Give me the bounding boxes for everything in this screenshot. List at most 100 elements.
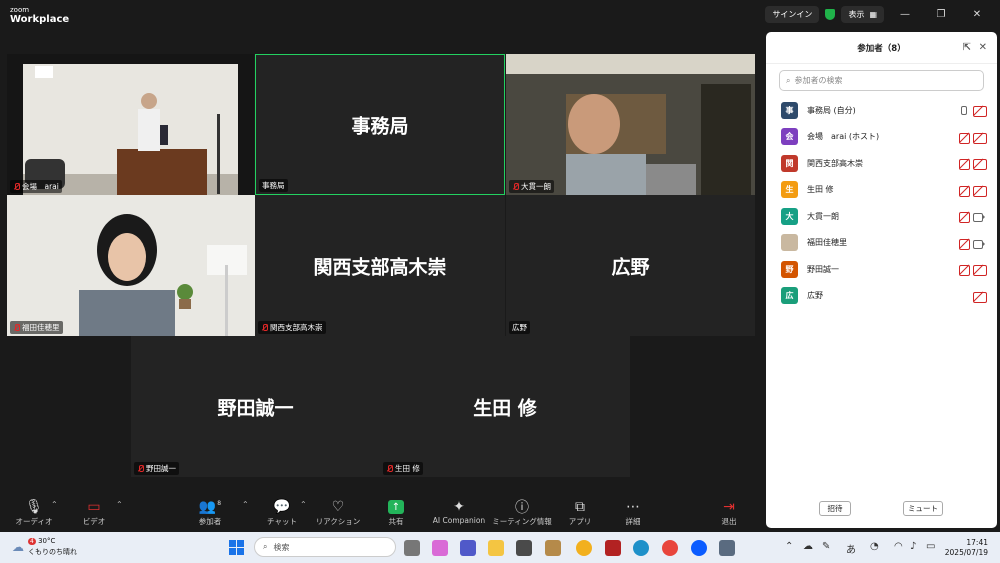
audio-options-caret-icon[interactable]: ⌃ (51, 500, 58, 509)
chrome-icon[interactable] (662, 540, 678, 556)
video-tile-venue[interactable]: 会場 arai (7, 54, 254, 195)
invite-button[interactable]: 招待 (819, 501, 851, 516)
participant-row[interactable]: 関関西支部高木崇 (766, 150, 997, 177)
file-explorer-icon[interactable] (488, 540, 504, 556)
emoji-app-icon[interactable] (576, 540, 592, 556)
camera-off-icon[interactable] (973, 132, 987, 144)
video-button[interactable]: ▭ ビデオ (68, 498, 120, 527)
ime-indicator[interactable]: あ (846, 541, 856, 556)
copilot-icon[interactable] (432, 540, 448, 556)
ai-companion-button[interactable]: ✦ AI Companion (428, 498, 490, 525)
name-tag-onuki: 大貫一朗 (509, 180, 554, 193)
video-tile-fukuda[interactable]: 福田佳穂里 (7, 195, 255, 336)
video-tile-jimukyoku[interactable]: 事務局 事務局 (255, 54, 505, 195)
mic-muted-icon[interactable] (959, 132, 970, 144)
participant-row[interactable]: 事事務局 (自分) (766, 97, 997, 124)
mic-muted-icon (137, 465, 144, 472)
mute-all-label: ミュート (908, 504, 938, 513)
participant-row[interactable]: 野野田誠一 (766, 256, 997, 283)
video-tile-kansai[interactable]: 関西支部高木崇 関西支部高木崇 (255, 195, 505, 336)
leave-button[interactable]: ⇥ 退出 (703, 498, 755, 527)
participant-row[interactable]: 会会場 arai (ホスト) (766, 124, 997, 151)
signin-button[interactable]: サインイン (765, 6, 820, 23)
participant-row[interactable]: 福田佳穂里 (766, 230, 997, 257)
video-tile-noda[interactable]: 野田誠一 野田誠一 (131, 336, 380, 477)
participants-options-caret-icon[interactable]: ⌃ (242, 500, 249, 509)
participant-row[interactable]: 生生田 修 (766, 177, 997, 204)
mic-muted-icon[interactable] (959, 159, 970, 170)
task-view-icon[interactable] (404, 540, 420, 556)
close-icon[interactable]: ✕ (962, 9, 992, 20)
camera-off-icon[interactable] (973, 265, 987, 276)
camera-on-icon[interactable] (973, 239, 985, 249)
participant-name: 関西支部高木崇 (807, 158, 863, 168)
participants-icon: 👥 (198, 499, 217, 515)
weather-widget[interactable]: ☁ 4 30°C くもりのち晴れ (12, 536, 77, 557)
security-shield-icon[interactable] (825, 9, 836, 20)
search-placeholder: 参加者の検索 (794, 76, 843, 85)
chat-options-caret-icon[interactable]: ⌃ (300, 500, 307, 509)
name-tag-jimukyoku: 事務局 (259, 179, 288, 192)
chevron-up-icon[interactable]: ⌃ (785, 541, 793, 552)
view-button[interactable]: 表示 ▦ (841, 6, 884, 23)
tile-bigname-hirono: 広野 (611, 256, 650, 278)
video-tile-hirono[interactable]: 広野 広野 (506, 195, 755, 336)
mic-muted-icon[interactable] (959, 185, 970, 197)
participant-name: 事務局 (自分) (807, 105, 856, 115)
restore-icon[interactable]: ❐ (926, 9, 956, 20)
participants-button[interactable]: 👥 8 参加者 (184, 498, 236, 527)
tile-name-jimukyoku: 事務局 (262, 181, 285, 190)
avatar: 事 (781, 101, 798, 119)
mic-muted-icon[interactable] (959, 212, 970, 223)
wifi-icon[interactable]: ◠ (894, 541, 903, 552)
zoom-app-icon[interactable] (691, 540, 707, 556)
share-label: 共有 (388, 517, 404, 526)
camera-off-icon[interactable] (973, 159, 987, 170)
cloud-icon: ☁ (12, 539, 24, 554)
share-button[interactable]: ↑ 共有 (370, 498, 422, 527)
mic-muted-icon[interactable] (959, 238, 970, 250)
mute-all-button[interactable]: ミュート (903, 501, 943, 516)
camera-off-icon[interactable] (973, 291, 987, 303)
more-button[interactable]: ⋯ 詳細 (607, 498, 659, 527)
tile-name-kansai: 関西支部高木崇 (270, 323, 323, 332)
onedrive-cloud-icon[interactable]: ☁ (803, 541, 813, 552)
video-tile-ikuta[interactable]: 生田 修 生田 修 (380, 336, 630, 477)
tile-bigname-noda: 野田誠一 (217, 397, 294, 419)
popout-icon[interactable]: ⇱ (963, 42, 971, 53)
taskbar-search-box[interactable]: ⌕ 検索 (254, 537, 396, 557)
avatar: 会 (781, 128, 798, 146)
edge-icon[interactable] (633, 540, 649, 556)
participant-search-input[interactable]: ⌕ 参加者の検索 (779, 70, 984, 91)
participant-row[interactable]: 大大貫一朗 (766, 203, 997, 230)
avatar (781, 234, 798, 252)
apps-button[interactable]: ⧉ アプリ (554, 498, 606, 527)
participant-row[interactable]: 広広野 (766, 283, 997, 310)
pen-icon[interactable]: ✎ (822, 541, 830, 552)
camera-off-icon[interactable] (973, 185, 987, 197)
mic-muted-icon[interactable] (959, 265, 970, 276)
signin-label: サインイン (772, 10, 813, 19)
meeting-info-button[interactable]: ⓘ ミーティング情報 (492, 498, 552, 527)
camera-on-icon[interactable] (973, 212, 985, 222)
store-icon[interactable] (516, 540, 532, 556)
reaction-button[interactable]: ♡ リアクション (312, 498, 364, 527)
minimize-icon[interactable]: — (890, 9, 920, 20)
speaker-icon[interactable]: ♪ (910, 541, 916, 552)
mic-on-icon[interactable] (959, 106, 968, 115)
filezilla-icon[interactable] (605, 540, 621, 556)
settings-icon[interactable] (719, 540, 735, 556)
close-panel-icon[interactable]: ✕ (979, 42, 987, 53)
avatar: 生 (781, 181, 798, 199)
teams-icon[interactable] (460, 540, 476, 556)
onuki-video (506, 54, 755, 195)
start-windows-icon[interactable] (229, 540, 244, 555)
name-tag-fukuda: 福田佳穂里 (10, 321, 63, 334)
camera-off-icon[interactable] (973, 106, 987, 117)
battery-icon[interactable]: ▭ (926, 541, 935, 552)
clock[interactable]: 17:41 2025/07/19 (945, 538, 988, 558)
video-options-caret-icon[interactable]: ⌃ (116, 500, 123, 509)
video-tile-onuki[interactable]: 大貫一朗 (506, 54, 755, 195)
app-icon[interactable] (545, 540, 561, 556)
clock-sync-icon[interactable]: ◔ (870, 541, 879, 552)
